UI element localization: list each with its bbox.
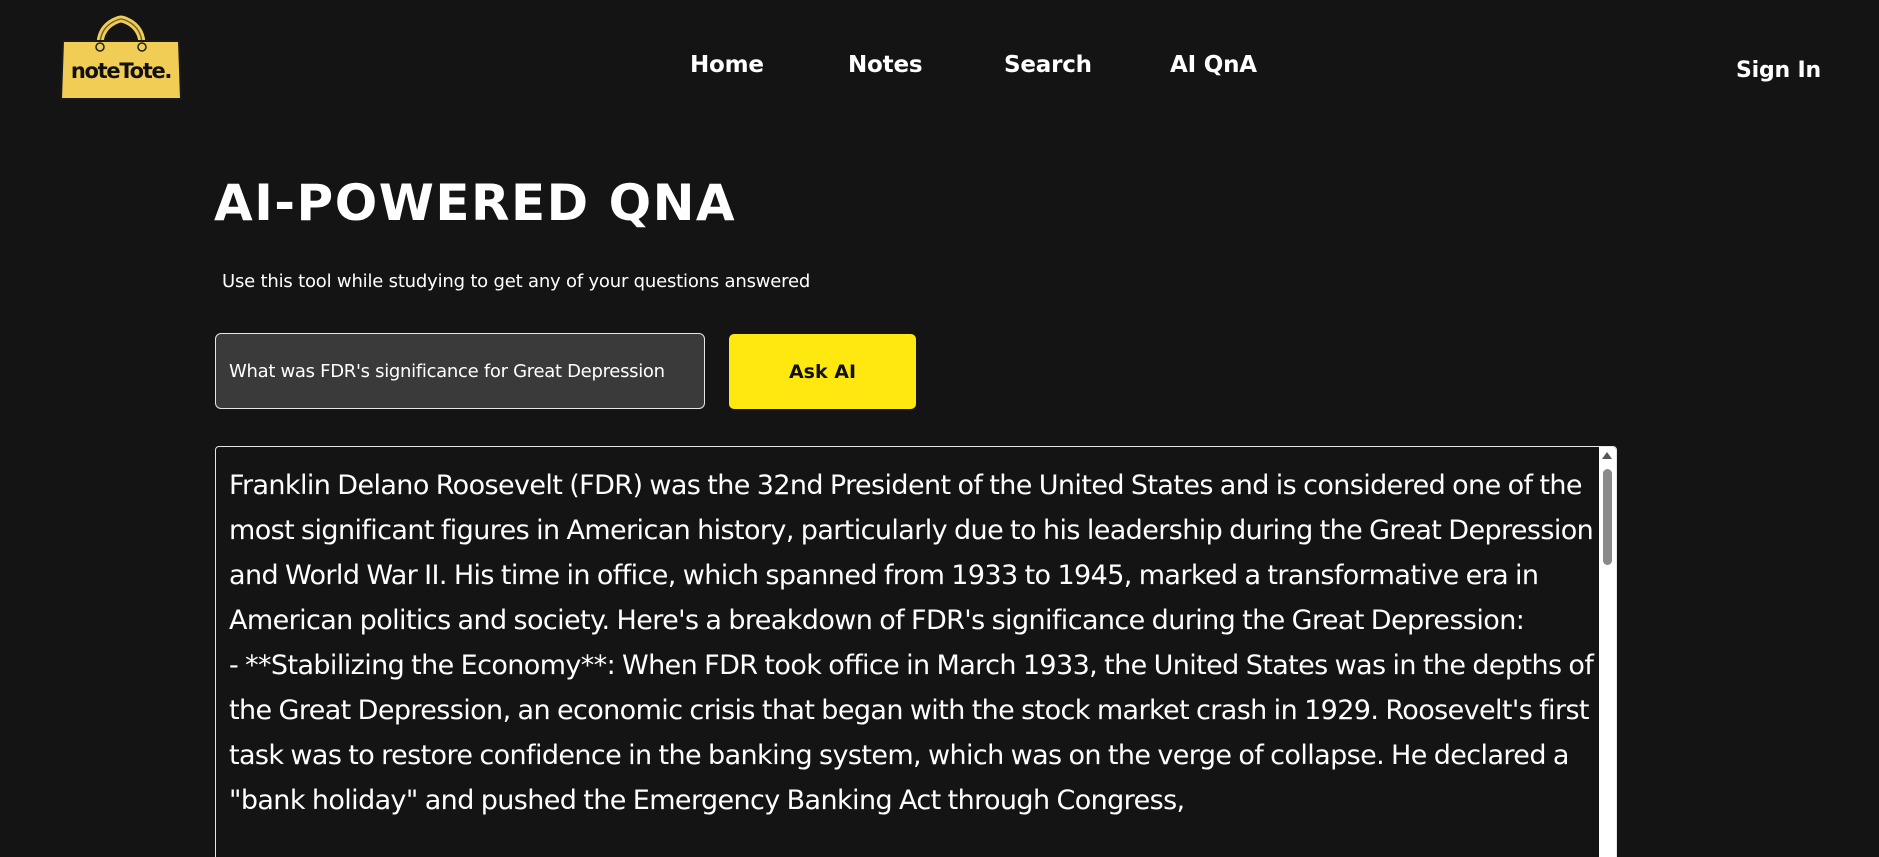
answer-text: Franklin Delano Roosevelt (FDR) was the … <box>229 470 1594 816</box>
scroll-up-arrow-icon[interactable] <box>1602 452 1612 459</box>
sign-in-link[interactable]: Sign In <box>1736 58 1821 83</box>
page: noteTote. Home Notes Search AI QnA Sign … <box>0 0 1879 857</box>
nav-search[interactable]: Search <box>1004 52 1092 78</box>
nav-home[interactable]: Home <box>690 52 764 78</box>
page-title: AI-POWERED QNA <box>214 174 737 232</box>
answer-scrollbar[interactable] <box>1599 447 1616 857</box>
nav-notes[interactable]: Notes <box>848 52 923 78</box>
scroll-thumb[interactable] <box>1603 469 1612 565</box>
main-nav: Home Notes Search AI QnA <box>0 52 1879 86</box>
page-subtitle: Use this tool while studying to get any … <box>222 271 811 292</box>
nav-ai-qna[interactable]: AI QnA <box>1170 52 1257 78</box>
answer-box[interactable]: Franklin Delano Roosevelt (FDR) was the … <box>215 446 1617 857</box>
ask-ai-button[interactable]: Ask AI <box>729 334 916 409</box>
question-input[interactable] <box>215 333 705 409</box>
